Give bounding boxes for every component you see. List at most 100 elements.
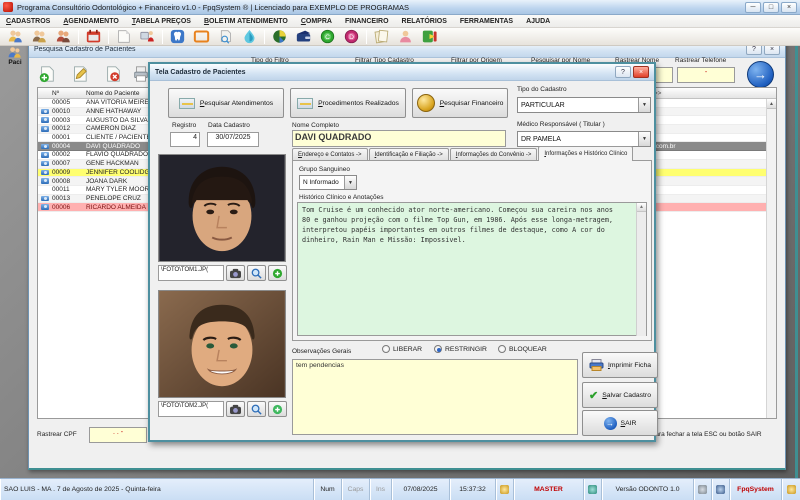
app-logo-icon [3,2,13,12]
photo-badge-icon [41,143,49,150]
toolbar-separator [108,29,109,44]
calendar-icon[interactable] [84,29,103,44]
pesquisar-atendimentos-button[interactable]: Pesquisar Atendimentos [168,88,284,118]
dentists-icon[interactable] [30,29,49,44]
zoom-photo-button[interactable] [247,401,266,417]
radio-icon [498,345,506,353]
payable-icon[interactable]: D [342,29,361,44]
radio-restringir[interactable]: RESTRINGIR [434,345,487,353]
dialog-close-button[interactable]: × [633,66,649,78]
desktop-shortcut-pacientes[interactable]: Paci [2,46,28,66]
coin-icon [416,94,435,112]
observacoes-textarea[interactable]: tem pendencias [292,359,578,435]
close-button[interactable]: × [781,1,797,13]
main-titlebar: Programa Consultório Odontológico + Fina… [0,0,800,15]
staff-icon[interactable] [54,29,73,44]
foto2-path-field[interactable]: \FOTO\TOM2.JP( [158,401,224,417]
status-insert: Ins [370,479,392,500]
menu-relatorios[interactable]: RELATÓRIOS [402,18,447,25]
search-docs-icon[interactable] [216,29,235,44]
grupo-sanguineo-select[interactable]: Ñ Informado ▼ [299,175,357,190]
svg-text:D: D [349,34,354,41]
radio-liberar[interactable]: LIBERAR [382,345,422,353]
status-user: MASTER [514,479,584,500]
pesquisar-financeiro-button[interactable]: Pesquisar Financeiro [412,88,508,118]
new-record-icon[interactable] [37,65,57,83]
menu-cadastros[interactable]: CADASTROS [6,18,50,25]
rastrear-telefone-input[interactable]: - [677,67,735,83]
user-profile-icon[interactable] [396,29,415,44]
registro-label: Registro [172,122,197,129]
toolbar-separator [366,29,367,44]
menu-compra[interactable]: COMPRA [301,18,332,25]
webcam-button[interactable] [226,265,245,281]
status-bar: SAO LUIS - MA . 7 de Agosto de 2025 - Qu… [0,478,800,500]
exit-icon[interactable] [420,29,439,44]
delete-record-icon[interactable] [103,65,123,83]
tipo-cadastro-select[interactable]: PARTICULAR ▼ [517,97,651,113]
radio-selected-icon [434,345,442,353]
restore-button[interactable]: □ [763,1,779,13]
system-icon [782,479,800,500]
registro-field[interactable]: 4 [170,132,200,147]
edit-record-icon[interactable] [69,65,89,83]
tooth-icon[interactable] [168,29,187,44]
status-date: 07/08/2025 [392,479,450,500]
add-photo-button[interactable] [268,265,287,281]
printer-icon [589,359,604,371]
grupo-sanguineo-label: Grupo Sanguineo [299,166,350,173]
reports-icon[interactable] [372,29,391,44]
column-name[interactable]: Nome do Paciente [86,90,139,97]
radio-bloquear[interactable]: BLOQUEAR [498,345,547,353]
procedimentos-realizados-button[interactable]: Procedimentos Realizados [290,88,406,118]
list-scrollbar[interactable]: ▲ [766,99,776,418]
photo-badge-icon [41,108,49,115]
wallet-icon[interactable] [294,29,313,44]
attendant-icon[interactable] [138,29,157,44]
photo-badge-icon [41,204,49,210]
water-drop-icon[interactable] [240,29,259,44]
printer-icon[interactable] [694,479,712,500]
frame-icon[interactable] [192,29,211,44]
document-icon[interactable] [114,29,133,44]
zoom-photo-button[interactable] [247,265,266,281]
data-cadastro-field[interactable]: 30/07/2025 [207,132,259,147]
salvar-cadastro-button[interactable]: ✔ Salvar Cadastro [582,382,658,408]
medico-select[interactable]: DR PAMELA ▼ [517,131,651,147]
photo-badge-icon [41,169,49,176]
menu-tabela-precos[interactable]: TABELA PREÇOS [132,18,191,25]
sair-button[interactable]: → SAIR [582,410,658,436]
dialog-title: Tela Cadastro de Pacientes [155,68,246,76]
menu-financeiro[interactable]: FINANCEIRO [345,18,389,25]
globe-chart-icon[interactable] [270,29,289,44]
tab-historico-clinico[interactable]: Informações e Histórico Clínico [538,146,634,161]
photo-badge-icon [41,152,49,158]
historico-textarea[interactable]: Tom Cruise é um conhecido ator norte-ame… [297,202,647,336]
foto1-path-field[interactable]: \FOTO\TOM1.JP( [158,265,224,281]
patient-photo-1 [158,154,286,262]
imprimir-ficha-button[interactable]: Imprimir Ficha [582,352,658,378]
status-location: SAO LUIS - MA . 7 de Agosto de 2025 - Qu… [0,479,314,500]
search-go-button[interactable]: → [747,61,774,88]
scroll-up-icon[interactable]: ▲ [637,203,646,212]
add-photo-button[interactable] [268,401,287,417]
receivable-icon[interactable]: C [318,29,337,44]
menu-ferramentas[interactable]: FERRAMENTAS [460,18,513,25]
menu-boletim-atendimento[interactable]: BOLETIM ATENDIMENTO [204,18,288,25]
patient-photo-2 [158,290,286,398]
menu-ajuda[interactable]: AJUDA [526,18,550,25]
column-num[interactable]: Nº [52,90,86,97]
scroll-up-icon[interactable]: ▲ [767,99,776,109]
patients-icon[interactable] [6,29,25,44]
webcam-button[interactable] [226,401,245,417]
historico-scrollbar[interactable]: ▲ [636,203,646,336]
pesquisa-title: Pesquisa Cadastro de Pacientes [34,45,136,53]
minimize-button[interactable]: ─ [745,1,761,13]
nome-completo-field[interactable]: DAVI QUADRADO [292,130,506,147]
menu-agendamento[interactable]: AGENDAMENTO [63,18,119,25]
monitor-icon[interactable] [712,479,730,500]
lock-icon [496,479,514,500]
rastrear-cpf-input[interactable]: . . - [89,427,147,443]
rastrear-telefone-label: Rastrear Telefone [675,57,727,64]
dialog-help-button[interactable]: ? [615,66,631,78]
